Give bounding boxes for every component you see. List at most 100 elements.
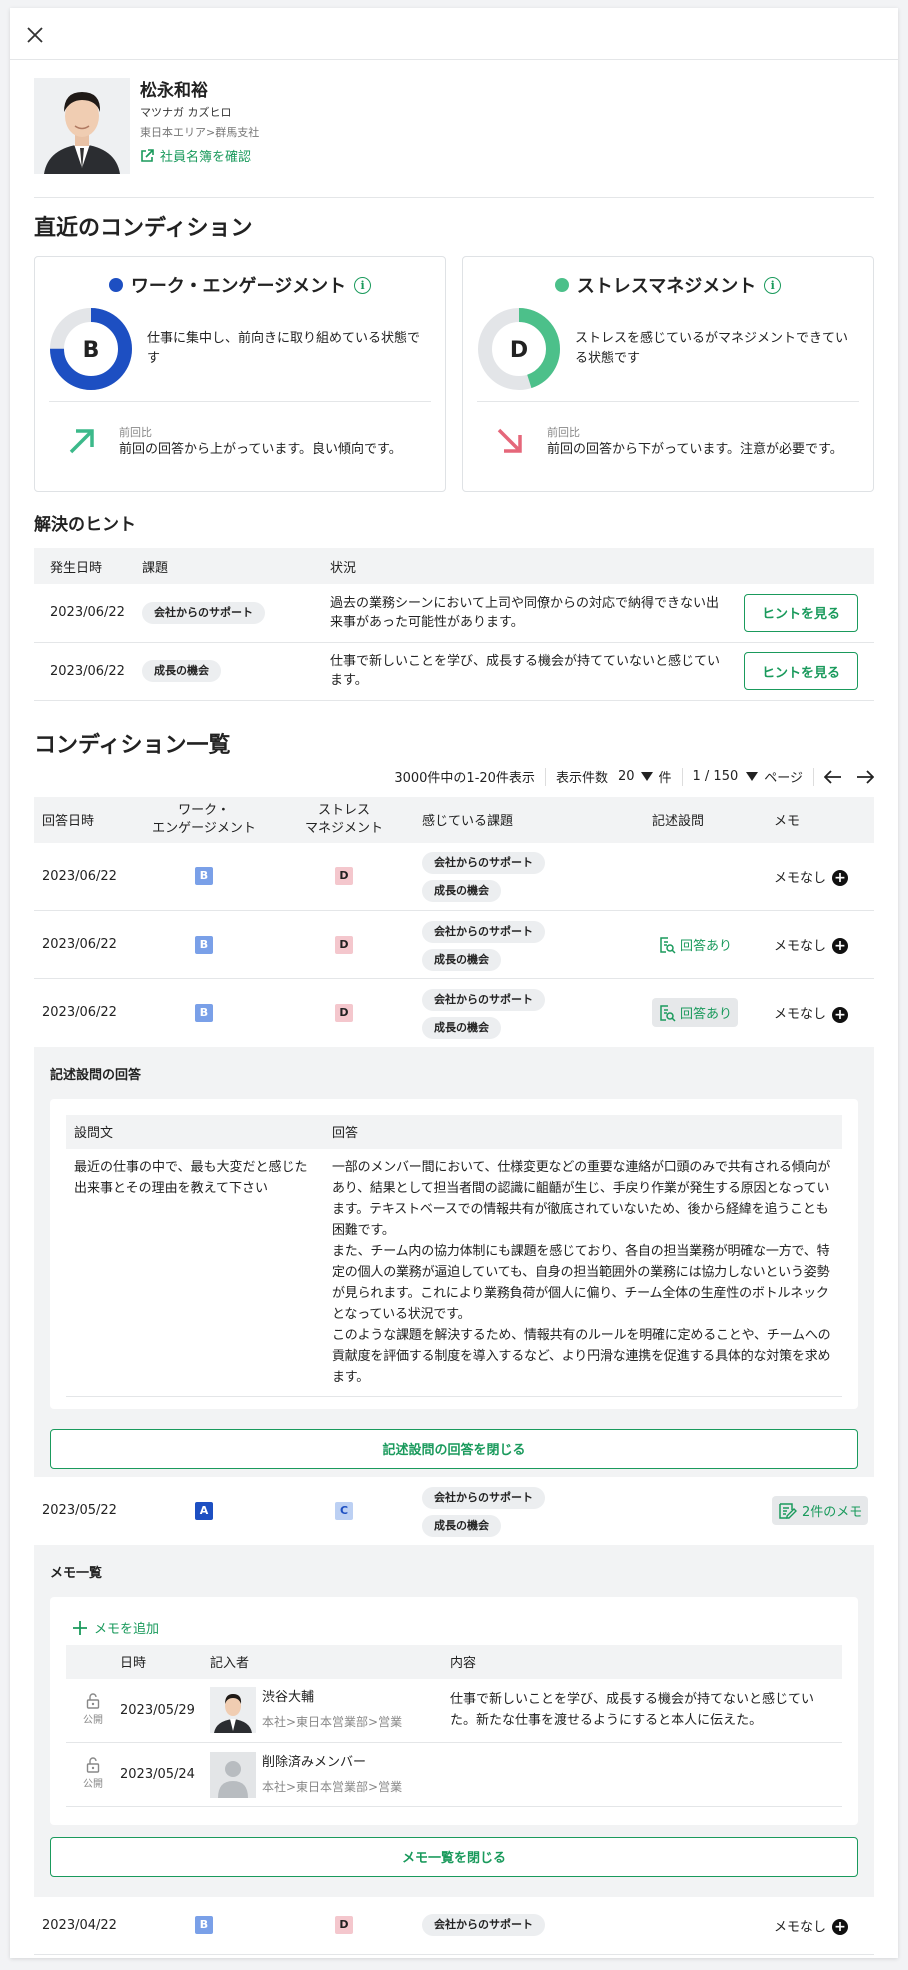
issue-chip: 会社からのサポート (422, 988, 545, 1011)
work-grade-badge: B (195, 1916, 213, 1935)
grade-label: B (83, 338, 100, 363)
add-memo-icon[interactable]: + (832, 1919, 849, 1935)
memo-content (450, 1743, 842, 1807)
page-unit: ページ (764, 771, 803, 786)
work-dot (108, 278, 123, 292)
next-page-icon[interactable] (856, 769, 874, 784)
table-row: 2023/06/22 B D 会社からのサポート 成長の機会 回答あり メモなし + (34, 979, 874, 1047)
work-grade-badge: A (195, 1501, 213, 1520)
external-link-icon (141, 148, 154, 162)
col-header: 回答日時 (34, 796, 134, 843)
prev-page-icon[interactable] (824, 769, 842, 784)
result-count: 3000件中の1-20件表示 (394, 771, 535, 786)
page-select[interactable]: 1 / 150 (693, 769, 759, 784)
stress-grade-badge: D (335, 867, 353, 886)
info-icon[interactable]: i (764, 276, 782, 294)
card-stress-management: ストレスマネジメント i D ストレスを感じているがマネジメントできている状態です… (462, 256, 874, 492)
issue-chip: 成長の機会 (422, 1514, 501, 1537)
plus-icon (73, 1620, 87, 1635)
col-header: 内容 (450, 1644, 842, 1679)
col-header: 状況 (326, 548, 874, 584)
memo-edit-icon (779, 1502, 797, 1519)
trend-text: 前回の回答から下がっています。注意が必要です。 (547, 441, 843, 457)
work-grade-badge: B (195, 1003, 213, 1022)
answer-date: 2023/04/22 (42, 1917, 117, 1933)
free-answer-button[interactable]: 回答あり (652, 931, 738, 958)
visibility-label: 公開 (83, 1779, 103, 1790)
col-header: 回答 (324, 1114, 842, 1149)
add-memo-icon[interactable]: + (832, 1006, 849, 1023)
author-name: 渋谷大輔 (262, 1690, 315, 1706)
trend-label: 前回比 (547, 425, 580, 439)
issue-chip: 成長の機会 (142, 660, 221, 682)
hint-text: 仕事で新しいことを学び、成長する機会が持てていないと感じています。 (330, 654, 721, 688)
col-header: 記入者 (210, 1644, 450, 1679)
info-icon[interactable]: i (354, 276, 372, 294)
free-answer-label: 回答あり (680, 1007, 733, 1023)
trend-up-icon (69, 429, 94, 454)
caret-down-icon (640, 772, 653, 781)
directory-link-label: 社員名簿を確認 (160, 150, 252, 165)
stress-grade-badge: C (335, 1501, 353, 1520)
free-answer-title: 記述設問の回答 (50, 1067, 142, 1083)
answer-date: 2023/06/22 (42, 937, 117, 952)
col-header: ワーク・ エンゲージメント (134, 796, 274, 843)
document-search-icon (660, 936, 676, 954)
hints-table: 発生日時 課題 状況 2023/06/22 会社からのサポート 過去の業務シーン… (34, 548, 874, 701)
free-answer-button-active[interactable]: 回答あり (652, 998, 739, 1028)
col-header: 課題 (126, 548, 326, 584)
condition-list-title: コンディション一覧 (34, 732, 231, 758)
card-desc: 仕事に集中し、前向きに取り組めている状態です (147, 331, 421, 366)
memo-panel: メモ一覧 メモを追加 日時 記入者 内容 公開 2023/05/29 渋谷大輔 … (34, 1544, 874, 1897)
condition-table-cont2: 2023/04/22 B D 会社からのサポート メモなし + (34, 1897, 874, 1956)
add-memo-icon[interactable]: + (832, 938, 849, 955)
issue-chip: 会社からのサポート (422, 1914, 545, 1937)
condition-title: 直近のコンディション (34, 216, 253, 241)
author-org: 本社>東日本営業部>営業 (262, 1779, 403, 1794)
trend-text: 前回の回答から上がっています。良い傾向です。 (119, 441, 402, 457)
answer-text: 一部のメンバー間において、仕様変更などの重要な連絡が口頭のみで共有される傾向があ… (332, 1159, 831, 1385)
per-page-select[interactable]: 20 (618, 769, 653, 784)
grade-label: D (510, 338, 528, 363)
stress-grade-badge: D (335, 935, 353, 954)
directory-link[interactable]: 社員名簿を確認 (140, 146, 259, 165)
table-row: 2023/06/22 B D 会社からのサポート 成長の機会 メモなし + (34, 843, 874, 911)
col-header: 日時 (120, 1644, 210, 1679)
issue-chip: 会社からのサポート (142, 601, 265, 624)
table-row: 2023/06/22 成長の機会 仕事で新しいことを学び、成長する機会が持ててい… (34, 642, 874, 700)
caret-down-icon (746, 772, 759, 781)
card-work-engagement: ワーク・エンゲージメント i B 仕事に集中し、前向きに取り組めている状態です 前… (34, 256, 446, 492)
add-memo-icon[interactable]: + (832, 870, 849, 886)
author-org: 本社>東日本営業部>営業 (262, 1715, 403, 1730)
avatar (34, 78, 130, 174)
add-memo-button[interactable]: メモを追加 (72, 1613, 842, 1643)
work-grade-badge: B (195, 867, 213, 886)
hint-text: 過去の業務シーンにおいて上司や同僚からの対応で納得できない出来事があった可能性が… (330, 595, 719, 630)
col-header: 感じている課題 (414, 796, 644, 843)
memo-content: 仕事で新しいことを学び、成長する機会が持てないと感じていた。新たな仕事を渡せるよ… (450, 1692, 815, 1729)
memo-count-button[interactable]: 2件のメモ (772, 1496, 869, 1525)
condition-cards: ワーク・エンゲージメント i B 仕事に集中し、前向きに取り組めている状態です 前… (34, 256, 874, 492)
close-memo-list-button[interactable]: メモ一覧を閉じる (50, 1836, 858, 1877)
close-free-answer-button[interactable]: 記述設問の回答を閉じる (50, 1428, 858, 1469)
visibility-label: 公開 (83, 1714, 103, 1726)
view-hint-button[interactable]: ヒントを見る (744, 652, 858, 690)
col-header: 記述設問 (644, 796, 764, 843)
answer-date: 2023/06/22 (42, 1005, 117, 1021)
free-answer-panel: 記述設問の回答 設問文 回答 最近の仕事の中で、最も大変だと感じた出来事とその理… (34, 1046, 874, 1477)
free-answer-table: 設問文 回答 最近の仕事の中で、最も大変だと感じた出来事とその理由を教えて下さい… (66, 1114, 842, 1397)
memo-date: 2023/05/24 (120, 1767, 195, 1782)
card-title: ストレスマネジメント (576, 276, 757, 297)
stress-grade-badge: D (335, 1916, 353, 1935)
close-icon[interactable] (26, 26, 44, 44)
table-row: 2023/04/22 B D 会社からのサポート メモなし + (34, 1897, 874, 1955)
issue-chip: 会社からのサポート (422, 920, 545, 943)
view-hint-button[interactable]: ヒントを見る (744, 593, 858, 632)
issue-chip: 会社からのサポート (422, 1486, 545, 1509)
pagination-bar: 3000件中の1-20件表示 表示件数 20 件 1 / 150 ページ (34, 763, 874, 791)
issue-chip: 成長の機会 (422, 948, 501, 971)
hint-date: 2023/06/22 (50, 663, 125, 679)
per-page-label: 表示件数 (555, 771, 608, 786)
add-memo-label: メモを追加 (94, 1622, 160, 1637)
page-value: 1 / 150 (692, 769, 739, 784)
